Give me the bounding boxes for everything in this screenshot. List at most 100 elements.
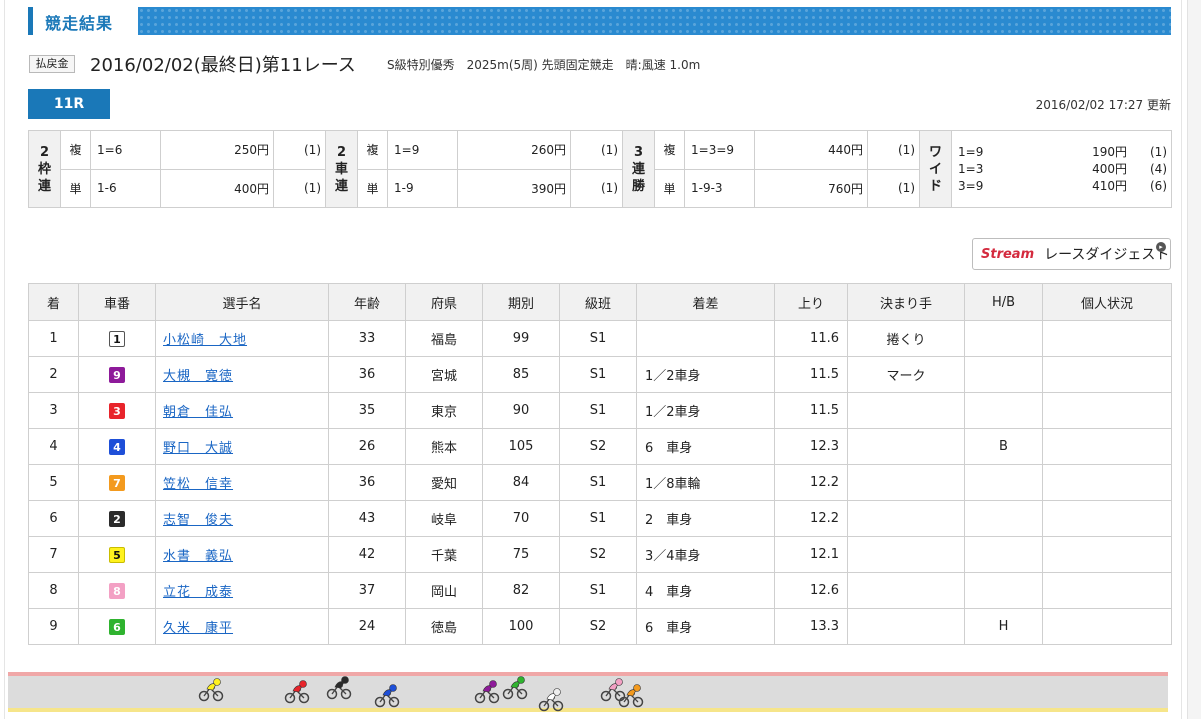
prefecture-cell: 宮城: [405, 356, 483, 393]
payout-amount: 400円: [160, 168, 274, 208]
results-body: 1 1 小松崎 大地 33 福島 99 S1 11.6 捲くり 2 9 大槻 寛徳 36 宮城 85 S1 1／…: [28, 320, 1172, 645]
hb-cell: [964, 572, 1043, 609]
section-header: 競走結果: [28, 7, 1171, 35]
rider-name-link[interactable]: 笠松 信幸: [163, 477, 233, 492]
updated-timestamp: 2016/02/02 17:27 更新: [1035, 98, 1171, 112]
winning-move-cell: 捲くり: [847, 320, 965, 357]
column-header: H/B: [964, 283, 1043, 321]
rider-name-link[interactable]: 水書 義弘: [163, 549, 233, 564]
wide-popularity: (4): [1150, 161, 1167, 176]
prefecture-cell: 福島: [405, 320, 483, 357]
class-cell: S2: [559, 536, 637, 573]
last-lap-cell: 12.2: [774, 464, 848, 501]
column-header: 府県: [405, 283, 483, 321]
margin-cell: 4 車身: [636, 572, 775, 609]
wide-amount: 190円: [1092, 144, 1127, 159]
table-row: 9 6 久米 康平 24 徳島 100 S2 6 車身 13.3 H: [28, 608, 1172, 645]
rider-name-link[interactable]: 朝倉 佳弘: [163, 405, 233, 420]
column-header: 着: [28, 283, 79, 321]
bike-number-badge: 2: [109, 510, 125, 527]
payout-amount: 250円: [160, 130, 274, 170]
bike-number-badge: 7: [109, 474, 125, 491]
age-cell: 35: [328, 392, 406, 429]
payout-cat-char: 勝: [631, 178, 645, 194]
payout-cat-shaken-prefix: 2: [336, 144, 347, 160]
wide-combo: 1=3: [958, 161, 984, 176]
status-cell: [1042, 428, 1172, 465]
rider-name-link[interactable]: 野口 大誠: [163, 441, 233, 456]
payout-cat-char: 連: [334, 178, 348, 194]
last-lap-cell: 13.3: [774, 608, 848, 645]
payout-popularity: (1): [570, 130, 623, 170]
term-cell: 84: [482, 464, 560, 501]
rider-name-cell: 笠松 信幸: [155, 464, 329, 501]
class-cell: S2: [559, 608, 637, 645]
age-cell: 42: [328, 536, 406, 573]
payout-popularity: (1): [867, 168, 920, 208]
table-row: 2 9 大槻 寛徳 36 宮城 85 S1 1／2車身 11.5 マーク: [28, 356, 1172, 393]
bike-number-badge: 8: [109, 582, 125, 599]
bike-number-cell: 8: [78, 572, 156, 609]
hb-cell: [964, 356, 1043, 393]
stream-logo: Stream: [981, 246, 1035, 262]
prefecture-cell: 愛知: [405, 464, 483, 501]
term-cell: 82: [482, 572, 560, 609]
external-arrow-icon: ▸: [1156, 242, 1166, 252]
rider-name-link[interactable]: 志智 俊夫: [163, 513, 233, 528]
payout-cat-wide: ワイド: [919, 130, 952, 208]
last-lap-cell: 11.6: [774, 320, 848, 357]
prefecture-cell: 東京: [405, 392, 483, 429]
table-row: 1 1 小松崎 大地 33 福島 99 S1 11.6 捲くり: [28, 320, 1172, 357]
payout-combo: 1-6: [90, 168, 161, 208]
rider-name-link[interactable]: 久米 康平: [163, 621, 233, 636]
cyclist-icon: [374, 684, 400, 708]
race-title: 2016/02/02(最終日)第11レース: [90, 55, 356, 76]
class-cell: S1: [559, 320, 637, 357]
race-tab-11r[interactable]: 11R: [28, 89, 110, 119]
payout-badge: 払戻金: [29, 55, 75, 73]
class-cell: S1: [559, 356, 637, 393]
column-header: 期別: [482, 283, 560, 321]
status-cell: [1042, 464, 1172, 501]
wide-combo: 3=9: [958, 178, 984, 193]
margin-cell: 3／4車身: [636, 536, 775, 573]
section-title: 競走結果: [45, 14, 114, 33]
prefecture-cell: 岡山: [405, 572, 483, 609]
wide-payout-row: 3=9 410円 (6): [958, 178, 1167, 195]
status-cell: [1042, 320, 1172, 357]
last-lap-cell: 12.6: [774, 572, 848, 609]
scrollbar-track[interactable]: [1187, 0, 1201, 719]
payout-amount: 390円: [457, 168, 571, 208]
wide-amount: 410円: [1092, 178, 1127, 193]
last-lap-cell: 12.3: [774, 428, 848, 465]
prefecture-cell: 徳島: [405, 608, 483, 645]
last-lap-cell: 12.1: [774, 536, 848, 573]
margin-cell: 6 車身: [636, 428, 775, 465]
rider-name-link[interactable]: 立花 成泰: [163, 585, 233, 600]
table-row: 7 5 水書 義弘 42 千葉 75 S2 3／4車身 12.1: [28, 536, 1172, 573]
bike-number-badge: 9: [109, 366, 125, 383]
payout-cat-char: イ: [928, 161, 942, 177]
age-cell: 33: [328, 320, 406, 357]
column-header: 車番: [78, 283, 156, 321]
section-title-box: 競走結果: [28, 7, 132, 35]
wide-payout-row: 1=9 190円 (1): [958, 144, 1167, 161]
table-row: 6 2 志智 俊夫 43 岐阜 70 S1 2 車身 12.2: [28, 500, 1172, 537]
column-header: 選手名: [155, 283, 329, 321]
status-cell: [1042, 572, 1172, 609]
payout-combo: 1=9: [387, 130, 458, 170]
race-digest-button[interactable]: Stream レースダイジェスト ▸: [972, 238, 1171, 270]
winning-move-cell: [847, 464, 965, 501]
payout-cat-sanren-prefix: 3: [633, 144, 644, 160]
rider-name-cell: 志智 俊夫: [155, 500, 329, 537]
winning-move-cell: [847, 572, 965, 609]
rider-name-link[interactable]: 小松崎 大地: [163, 333, 247, 348]
rider-name-link[interactable]: 大槻 寛徳: [163, 369, 233, 384]
status-cell: [1042, 608, 1172, 645]
age-cell: 37: [328, 572, 406, 609]
payout-kind: 複: [60, 130, 91, 170]
term-cell: 85: [482, 356, 560, 393]
results-header-row: 着車番 選手名 年齢 府県 期別 級班 着差 上り 決まり手 H/B 個人状況: [28, 283, 1172, 321]
table-row: 3 3 朝倉 佳弘 35 東京 90 S1 1／2車身 11.5: [28, 392, 1172, 429]
term-cell: 99: [482, 320, 560, 357]
